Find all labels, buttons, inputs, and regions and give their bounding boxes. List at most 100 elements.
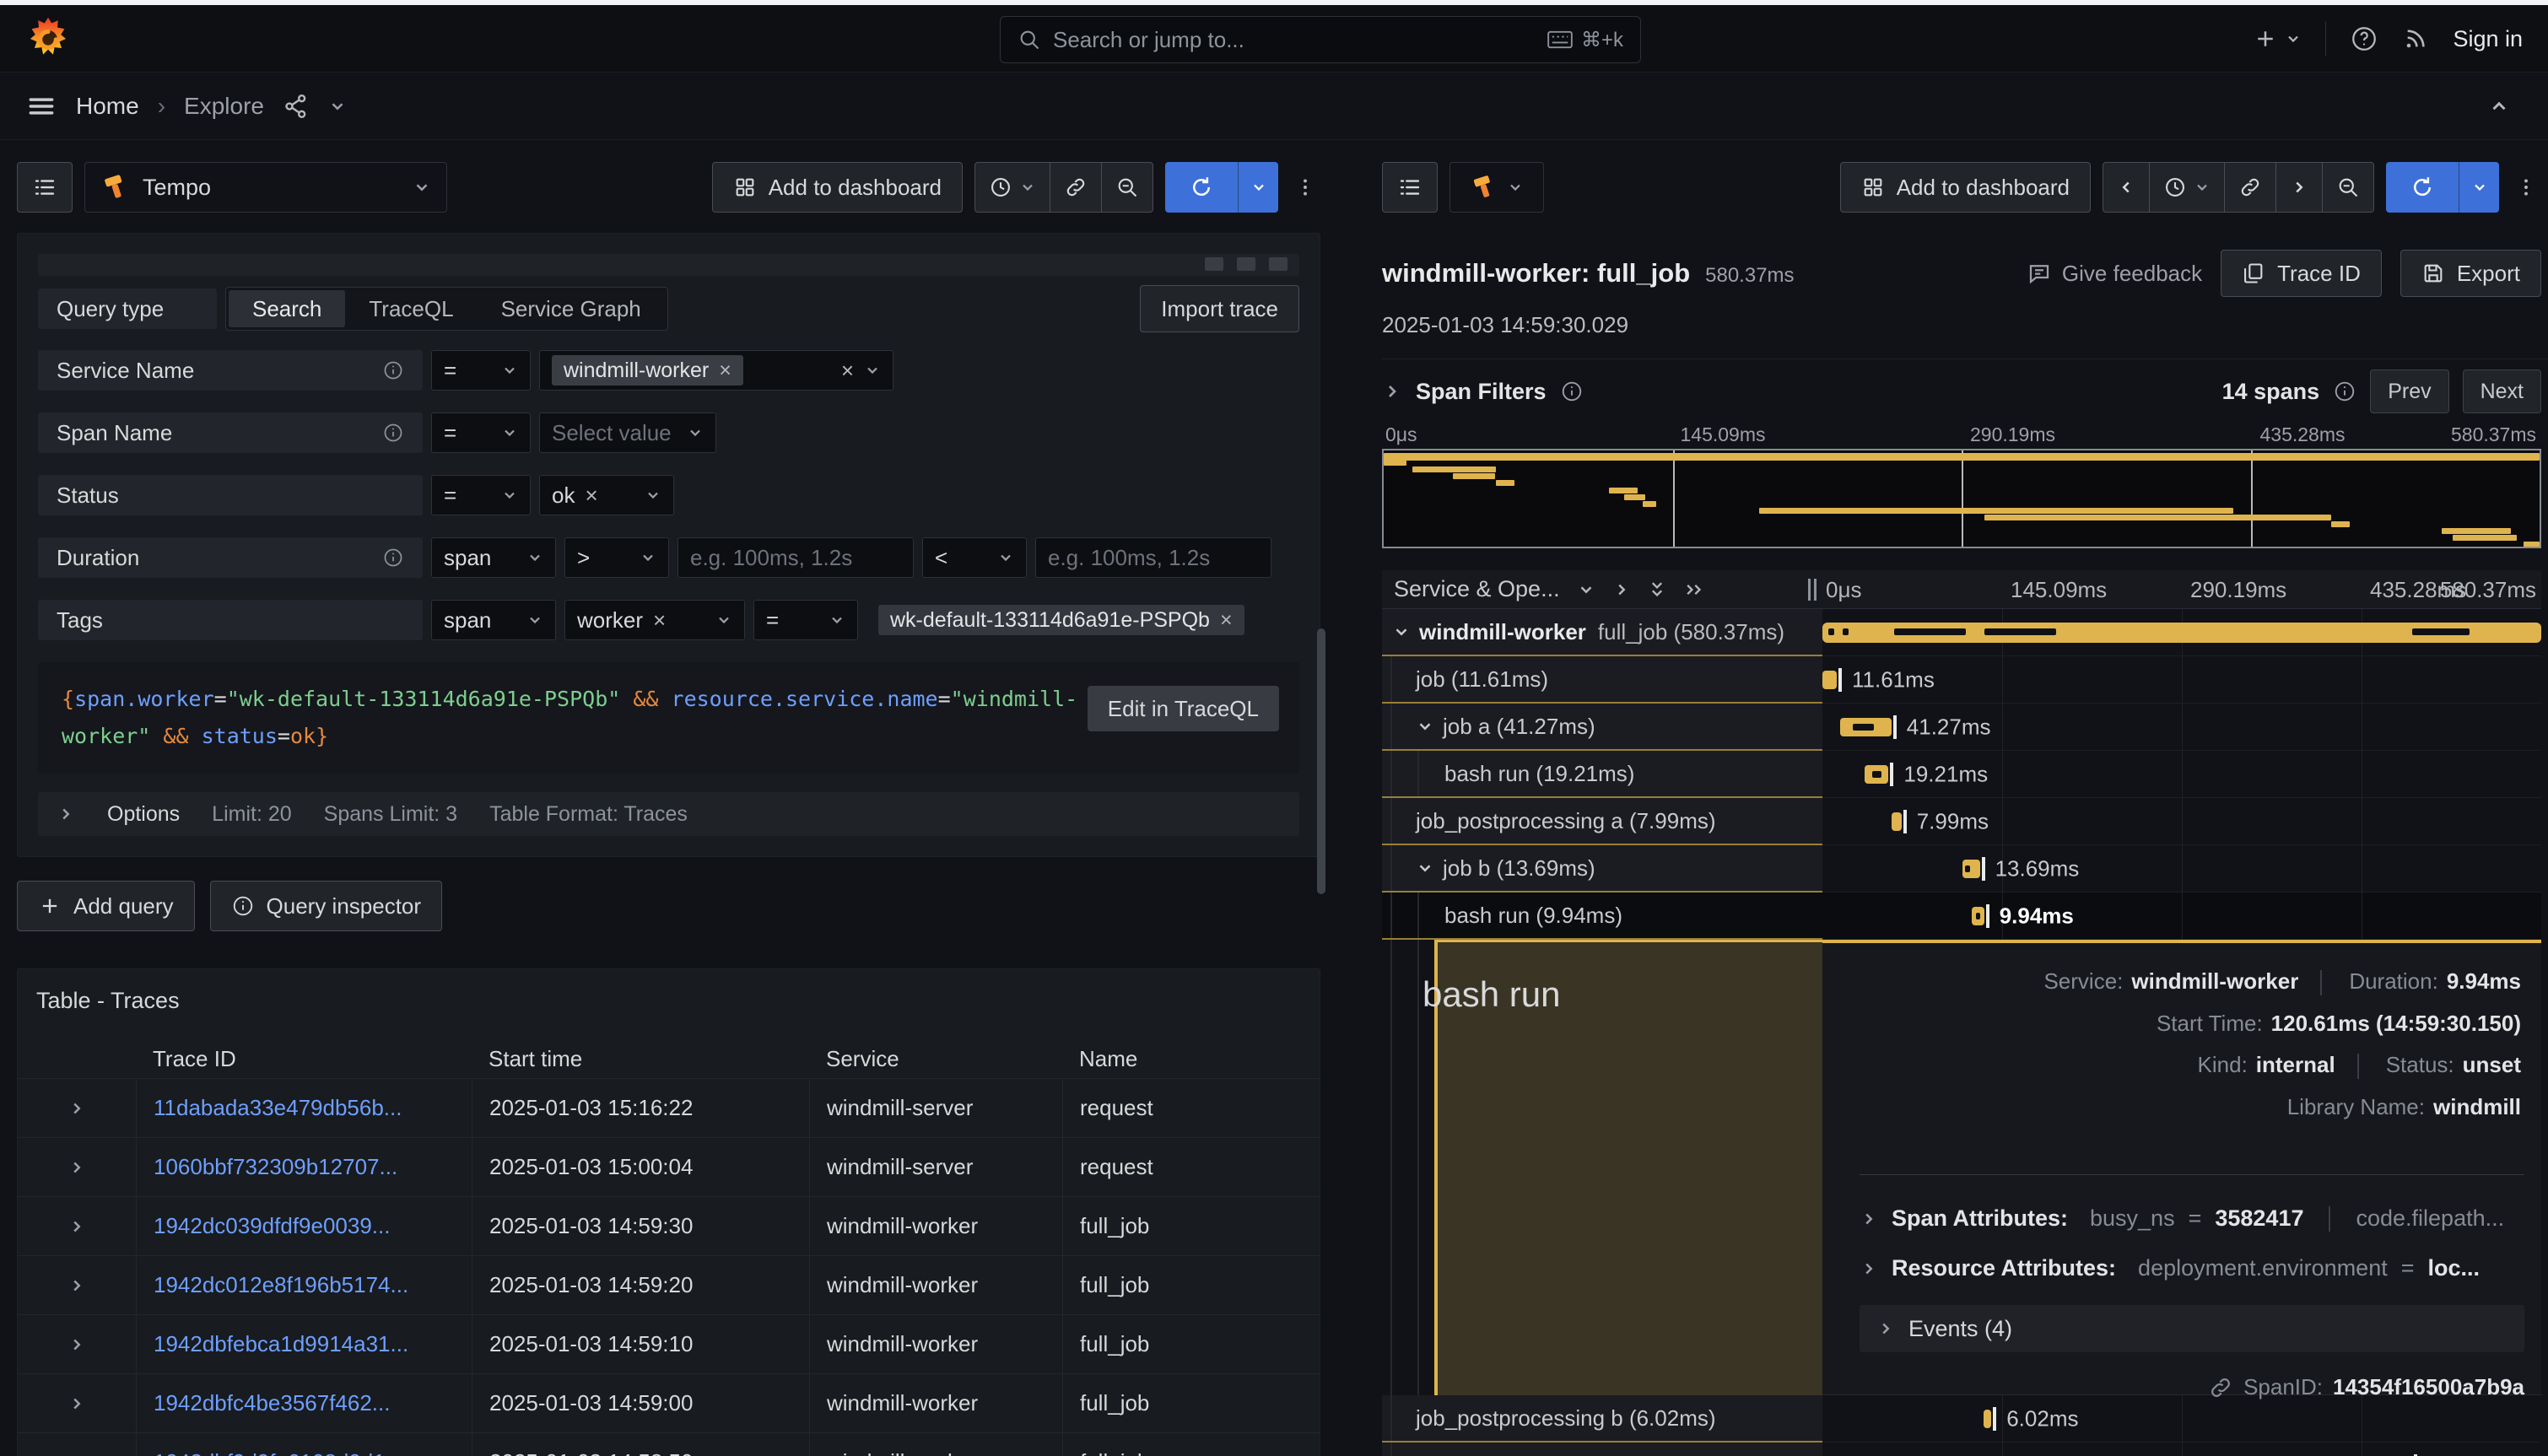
prev-span-button[interactable]: Prev (2370, 369, 2448, 413)
events-section[interactable]: Events (4) (1860, 1305, 2524, 1352)
import-trace-button[interactable]: Import trace (1140, 285, 1299, 332)
next-span-button[interactable]: Next (2463, 369, 2541, 413)
collapse-one-icon[interactable] (1612, 580, 1631, 599)
share-icon[interactable] (283, 93, 310, 120)
refresh-icon[interactable] (1165, 162, 1238, 213)
span-row[interactable]: job b (13.69ms)13.69ms (1382, 845, 2541, 892)
duration-min-input[interactable]: e.g. 100ms, 1.2s (677, 537, 914, 578)
span-filters-label[interactable]: Span Filters (1416, 379, 1547, 405)
trace-id-link[interactable]: 11dabada33e479db56b... (154, 1095, 402, 1121)
span-timeline-cell[interactable]: 9.94ms (1822, 892, 2541, 940)
give-feedback-link[interactable]: Give feedback (2027, 261, 2202, 287)
span-name-cell[interactable]: job_postprocessing b (6.02ms) (1382, 1395, 1822, 1443)
tags-value-chip[interactable]: wk-default-133114d6a91e-PSPQb× (878, 605, 1244, 635)
span-timeline-cell[interactable]: 13.69ms (1822, 845, 2541, 892)
chevron-right-icon[interactable] (67, 1335, 86, 1354)
span-timeline-cell[interactable]: 41.27ms (1822, 704, 2541, 751)
tab-service-graph[interactable]: Service Graph (478, 290, 665, 327)
span-row[interactable]: bash run (19.21ms)19.21ms (1382, 751, 2541, 798)
span-name-cell[interactable]: job a (41.27ms) (1382, 704, 1822, 751)
span-row[interactable]: job a (41.27ms)41.27ms (1382, 704, 2541, 751)
grafana-logo[interactable] (25, 16, 71, 62)
span-row[interactable]: job c (286.87ms)286.87ms (1382, 1443, 2541, 1456)
new-menu-button[interactable] (2253, 26, 2302, 51)
status-value[interactable]: ok × (539, 475, 674, 515)
span-name-cell[interactable]: job_postprocessing a (7.99ms) (1382, 798, 1822, 845)
tab-traceql[interactable]: TraceQL (345, 290, 477, 327)
span-name-cell[interactable]: job b (13.69ms) (1382, 845, 1822, 892)
trace-minimap[interactable] (1382, 449, 2541, 548)
run-query-caret[interactable] (1238, 162, 1278, 213)
span-duration-bar[interactable] (1962, 860, 1979, 878)
trace-id-link[interactable]: 1060bbf732309b12707... (154, 1154, 397, 1180)
left-pane-scrollbar[interactable] (1317, 628, 1325, 894)
chevron-right-icon[interactable] (67, 1099, 86, 1118)
content-outline-button[interactable] (1382, 162, 1438, 213)
trace-id-button[interactable]: Trace ID (2221, 250, 2382, 297)
run-query-button[interactable] (1165, 162, 1278, 213)
span-attributes-row[interactable]: Span Attributes: busy_ns = 3582417 code.… (1860, 1205, 2524, 1232)
trace-table-row[interactable]: 11dabada33e479db56b...2025-01-03 15:16:2… (18, 1078, 1320, 1137)
col-trace-id[interactable]: Trace ID (136, 1046, 472, 1072)
span-name-cell[interactable]: job (11.61ms) (1382, 656, 1822, 704)
tags-value[interactable]: wk-default-133114d6a91e-PSPQb× (866, 600, 1263, 640)
span-row[interactable]: job_postprocessing b (6.02ms)6.02ms (1382, 1395, 2541, 1443)
span-timeline-cell[interactable]: 11.61ms (1822, 656, 2541, 704)
tab-search[interactable]: Search (229, 290, 345, 327)
trace-id-link[interactable]: 1942dc039dfdf9e0039... (154, 1213, 390, 1239)
tags-scope[interactable]: span (431, 600, 556, 640)
chevron-right-icon[interactable] (67, 1394, 86, 1413)
span-duration-bar[interactable] (1972, 907, 1984, 925)
time-shift-forward-button[interactable] (2275, 163, 2322, 212)
trace-id-link[interactable]: 1942dbfc4be3567f462... (154, 1390, 390, 1416)
col-service[interactable]: Service (809, 1046, 1062, 1072)
span-timeline-cell[interactable]: 7.99ms (1822, 798, 2541, 845)
span-row[interactable]: job (11.61ms)11.61ms (1382, 656, 2541, 704)
col-name[interactable]: Name (1062, 1046, 1320, 1072)
tags-operator[interactable]: = (753, 600, 858, 640)
breadcrumb-home[interactable]: Home (76, 93, 139, 120)
trace-id-link[interactable]: 1942dbfebca1d9914a31... (154, 1331, 408, 1357)
duration-max-input[interactable]: e.g. 100ms, 1.2s (1035, 537, 1271, 578)
refresh-icon[interactable] (2386, 162, 2459, 213)
span-row[interactable]: job_postprocessing a (7.99ms)7.99ms (1382, 798, 2541, 845)
time-picker-button[interactable] (2149, 163, 2224, 212)
time-picker-button[interactable] (975, 163, 1050, 212)
span-timeline-cell[interactable]: 19.21ms (1822, 751, 2541, 798)
collapse-panel-icon[interactable] (2488, 95, 2510, 117)
service-name-chip[interactable]: windmill-worker× (552, 355, 743, 386)
run-query-button[interactable] (2386, 162, 2499, 213)
span-name-value[interactable]: Select value (539, 413, 716, 453)
span-row[interactable]: bash run (9.94ms)9.94ms (1382, 892, 2541, 940)
span-duration-bar[interactable] (1822, 671, 1837, 689)
span-duration-bar[interactable] (1984, 1410, 1991, 1428)
chevron-down-icon[interactable] (1416, 859, 1434, 877)
status-operator[interactable]: = (431, 475, 531, 515)
duration-op-lt[interactable]: < (922, 537, 1027, 578)
add-to-dashboard-button[interactable]: Add to dashboard (1840, 162, 2091, 213)
service-name-operator[interactable]: = (431, 350, 531, 391)
zoom-out-button[interactable] (1101, 163, 1153, 212)
span-name-cell[interactable]: job c (286.87ms) (1382, 1443, 1822, 1456)
kebab-menu-icon[interactable] (1290, 162, 1320, 213)
span-duration-bar[interactable] (1840, 718, 1891, 736)
span-duration-bar[interactable] (1822, 623, 2541, 643)
add-to-dashboard-button[interactable]: Add to dashboard (712, 162, 963, 213)
datasource-picker-mini[interactable] (1449, 162, 1544, 213)
content-outline-button[interactable] (17, 162, 73, 213)
time-shift-back-button[interactable] (2103, 163, 2149, 212)
chevron-down-icon[interactable] (1577, 580, 1595, 599)
span-timeline-cell[interactable] (1822, 609, 2541, 656)
run-query-caret[interactable] (2459, 162, 2499, 213)
edit-in-traceql-button[interactable]: Edit in TraceQL (1088, 686, 1279, 731)
collapse-all-icon[interactable] (1683, 580, 1705, 599)
chevron-down-icon[interactable] (1392, 623, 1411, 641)
trace-table-row[interactable]: 1942dbfebca1d9914a31...2025-01-03 14:59:… (18, 1314, 1320, 1373)
sign-in-link[interactable]: Sign in (2453, 26, 2523, 52)
span-row[interactable]: windmill-workerfull_job (580.37ms) (1382, 609, 2541, 656)
chevron-down-icon[interactable] (328, 97, 347, 116)
span-name-cell[interactable]: windmill-workerfull_job (580.37ms) (1382, 609, 1822, 656)
tags-key[interactable]: worker × (564, 600, 745, 640)
trace-table-row[interactable]: 1942dbf9d9fa6108d0d1...2025-01-03 14:58:… (18, 1432, 1320, 1456)
export-button[interactable]: Export (2400, 250, 2541, 297)
